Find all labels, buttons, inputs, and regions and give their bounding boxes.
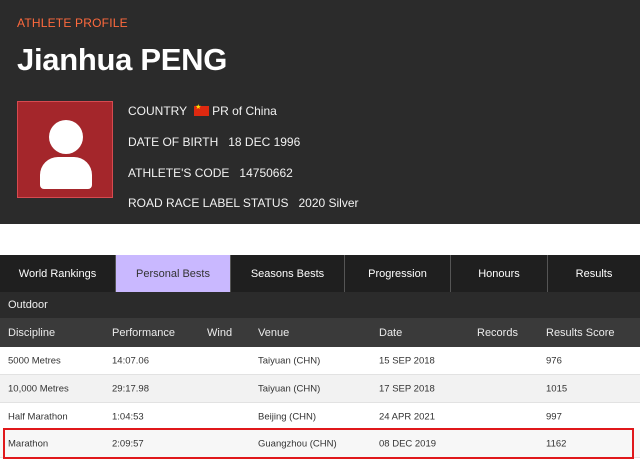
cell-discipline: Half Marathon xyxy=(8,411,68,422)
tab-world-rankings[interactable]: World Rankings xyxy=(0,255,116,292)
cell-score: 976 xyxy=(546,355,562,366)
tab-seasons-bests[interactable]: Seasons Bests xyxy=(231,255,345,292)
cell-date: 24 APR 2021 xyxy=(379,411,435,422)
col-date[interactable]: Date xyxy=(379,327,402,339)
cell-score: 1015 xyxy=(546,383,568,394)
table-row: 5000 Metres 14:07.06 Taiyuan (CHN) 15 SE… xyxy=(0,347,640,375)
col-results-score[interactable]: Results Score xyxy=(546,327,614,339)
label-status-label: ROAD RACE LABEL STATUS xyxy=(128,196,289,210)
table-row: 10,000 Metres 29:17.98 Taiyuan (CHN) 17 … xyxy=(0,375,640,403)
country-label: COUNTRY xyxy=(128,104,188,118)
cell-date: 08 DEC 2019 xyxy=(379,438,437,449)
cell-discipline: 10,000 Metres xyxy=(8,383,69,394)
table-header: Discipline Performance Wind Venue Date R… xyxy=(0,318,640,347)
label-status-row: ROAD RACE LABEL STATUS 2020 Silver xyxy=(128,196,359,210)
cell-venue: Taiyuan (CHN) xyxy=(258,383,321,394)
cell-venue: Guangzhou (CHN) xyxy=(258,438,337,449)
avatar-body-shape xyxy=(40,157,92,189)
avatar-head-shape xyxy=(49,120,83,154)
tab-progression[interactable]: Progression xyxy=(345,255,451,292)
table-row: Half Marathon 1:04:53 Beijing (CHN) 24 A… xyxy=(0,403,640,431)
cell-performance: 14:07.06 xyxy=(112,355,149,366)
country-value: PR of China xyxy=(212,104,277,118)
cell-discipline: Marathon xyxy=(8,438,49,449)
cell-performance: 29:17.98 xyxy=(112,383,149,394)
cell-discipline: 5000 Metres xyxy=(8,355,61,366)
cell-performance: 1:04:53 xyxy=(112,411,144,422)
athlete-code-label: ATHLETE'S CODE xyxy=(128,166,230,180)
col-performance[interactable]: Performance xyxy=(112,327,175,339)
tab-results[interactable]: Results xyxy=(548,255,640,292)
col-wind[interactable]: Wind xyxy=(207,327,232,339)
athlete-name: Jianhua PENG xyxy=(17,42,228,77)
cell-score: 1162 xyxy=(546,438,567,449)
dob-value: 18 DEC 1996 xyxy=(228,135,301,149)
tab-personal-bests[interactable]: Personal Bests xyxy=(116,255,231,292)
profile-tabs: World Rankings Personal Bests Seasons Be… xyxy=(0,255,640,292)
cell-venue: Taiyuan (CHN) xyxy=(258,355,321,366)
col-venue[interactable]: Venue xyxy=(258,327,289,339)
country-row: COUNTRY PR of China xyxy=(128,103,277,118)
cell-date: 15 SEP 2018 xyxy=(379,355,435,366)
china-flag-icon xyxy=(194,103,210,116)
cell-venue: Beijing (CHN) xyxy=(258,411,317,422)
tab-honours[interactable]: Honours xyxy=(451,255,548,292)
profile-kicker: ATHLETE PROFILE xyxy=(17,16,128,30)
col-records[interactable]: Records xyxy=(477,327,518,339)
table-row-highlighted: Marathon 2:09:57 Guangzhou (CHN) 08 DEC … xyxy=(0,430,640,458)
athlete-code-row: ATHLETE'S CODE 14750662 xyxy=(128,166,293,180)
col-discipline[interactable]: Discipline xyxy=(8,327,55,339)
avatar-placeholder-icon xyxy=(17,101,113,198)
cell-performance: 2:09:57 xyxy=(112,438,144,449)
athlete-profile-header: ATHLETE PROFILE Jianhua PENG COUNTRY PR o… xyxy=(0,0,640,224)
dob-row: DATE OF BIRTH 18 DEC 1996 xyxy=(128,135,300,149)
section-outdoor: Outdoor xyxy=(0,292,640,318)
label-status-value: 2020 Silver xyxy=(298,196,359,210)
cell-date: 17 SEP 2018 xyxy=(379,383,435,394)
athlete-code-value: 14750662 xyxy=(239,166,293,180)
dob-label: DATE OF BIRTH xyxy=(128,135,219,149)
cell-score: 997 xyxy=(546,411,562,422)
